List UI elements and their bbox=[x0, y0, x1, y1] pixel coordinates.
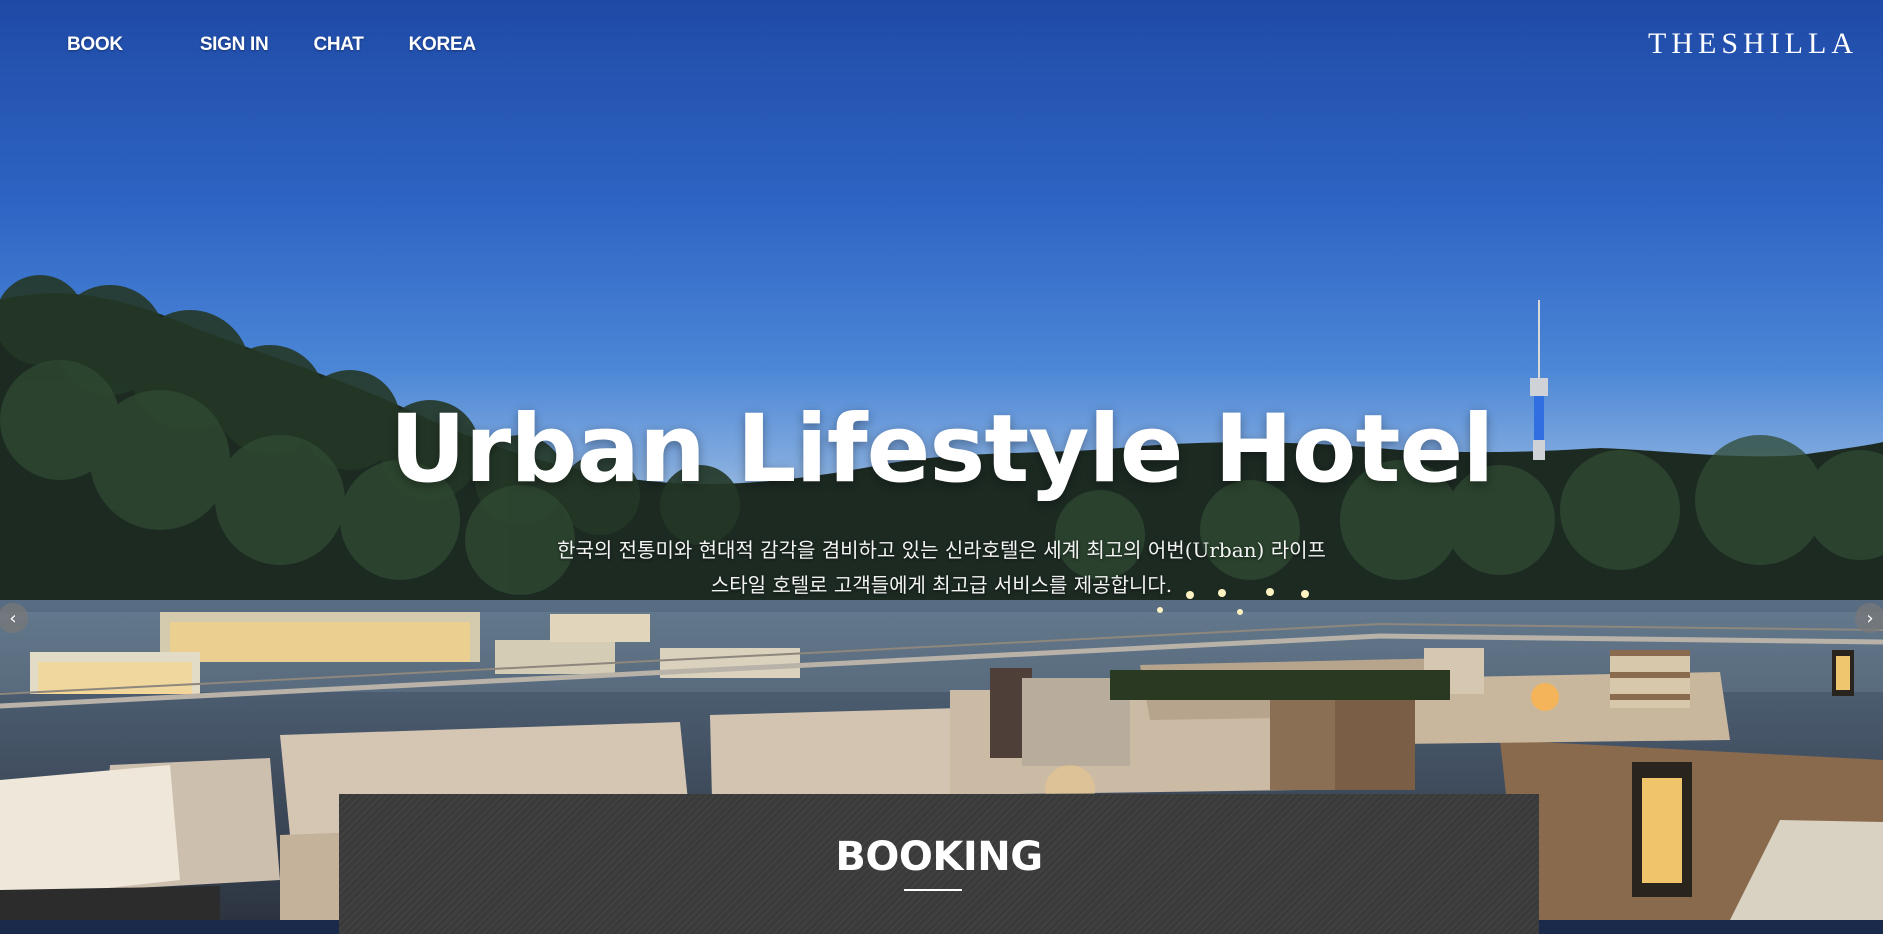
brand-logo[interactable]: THESHILLA bbox=[1648, 27, 1858, 61]
top-nav: BOOK SIGN IN CHAT KOREA bbox=[67, 34, 521, 56]
chevron-left-icon: ‹ bbox=[9, 607, 17, 629]
hero-title: Urban Lifestyle Hotel bbox=[389, 395, 1495, 504]
nav-book-link[interactable]: BOOK bbox=[67, 34, 123, 56]
nav-chat-link[interactable]: CHAT bbox=[313, 34, 363, 56]
nav-korea-link[interactable]: KOREA bbox=[409, 34, 476, 56]
chevron-right-icon: › bbox=[1866, 607, 1874, 629]
hero-description-line: 한국의 전통미와 현대적 감각을 겸비하고 있는 신라호텔은 세계 최고의 어번… bbox=[557, 538, 1326, 562]
booking-title-underline bbox=[904, 889, 962, 891]
booking-title: BOOKING bbox=[835, 834, 1043, 880]
slider-next-button[interactable]: › bbox=[1855, 603, 1883, 633]
hero-description: 한국의 전통미와 현대적 감각을 겸비하고 있는 신라호텔은 세계 최고의 어번… bbox=[0, 533, 1883, 603]
hero-description-line: 스타일 호텔로 고객들에게 최고급 서비스를 제공합니다. bbox=[710, 573, 1173, 597]
nav-sign-in-link[interactable]: SIGN IN bbox=[200, 34, 269, 56]
booking-panel: BOOKING bbox=[339, 794, 1539, 934]
